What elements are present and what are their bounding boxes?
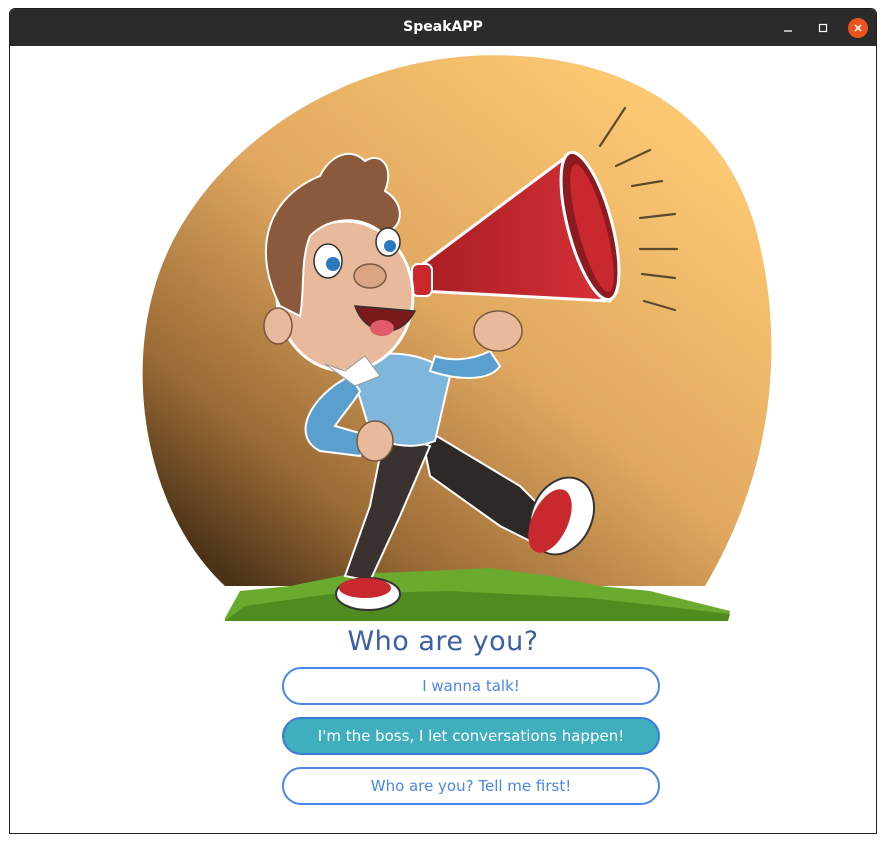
close-button[interactable] — [848, 18, 868, 38]
main-content: Who are you? I wanna talk! I'm the boss,… — [10, 46, 876, 833]
option-who-are-you-button[interactable]: Who are you? Tell me first! — [282, 767, 660, 805]
app-window: SpeakAPP Who are you? I wanna talk! I'm … — [9, 8, 877, 834]
page-title: Who are you? — [347, 626, 539, 657]
title-bar[interactable]: SpeakAPP — [10, 9, 876, 46]
sun-shape — [142, 55, 772, 587]
option-wanna-talk-button[interactable]: I wanna talk! — [282, 667, 660, 705]
option-boss-button[interactable]: I'm the boss, I let conversations happen… — [282, 717, 660, 755]
maximize-button[interactable] — [813, 18, 833, 38]
window-title: SpeakAPP — [403, 19, 483, 35]
boy-with-megaphone-illustration — [142, 55, 772, 621]
minimize-button[interactable] — [778, 18, 798, 38]
minimize-icon — [784, 30, 792, 32]
maximize-icon — [818, 23, 828, 33]
close-icon — [854, 24, 862, 32]
